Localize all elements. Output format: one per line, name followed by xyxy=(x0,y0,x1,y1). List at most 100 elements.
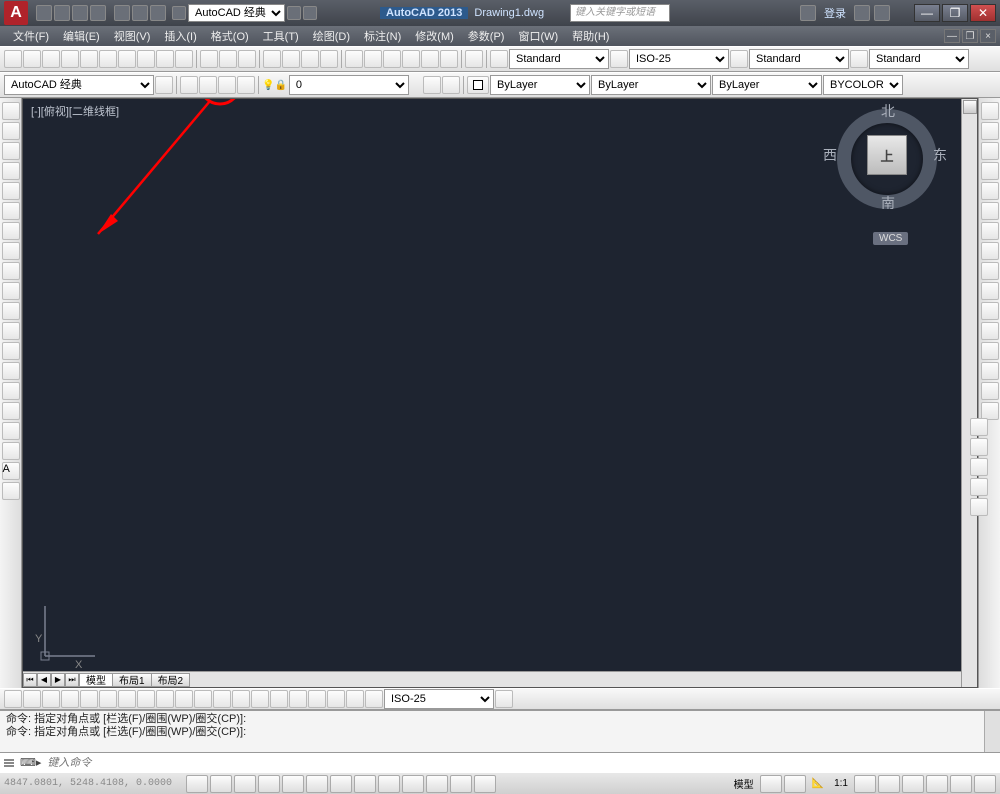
viewport-label[interactable]: [-][俯视][二维线框] xyxy=(31,103,119,119)
send-back-icon[interactable] xyxy=(970,438,988,456)
help-toolbar-icon[interactable] xyxy=(465,50,483,68)
mleaderstyle-select[interactable]: Standard xyxy=(869,49,969,69)
sheetset-icon[interactable] xyxy=(402,50,420,68)
dyn-toggle[interactable] xyxy=(378,775,400,793)
polyline-icon[interactable] xyxy=(2,142,20,160)
cmd-scrollbar[interactable] xyxy=(984,711,1000,752)
tablestyle-select[interactable]: Standard xyxy=(749,49,849,69)
menu-dimension[interactable]: 标注(N) xyxy=(357,28,408,44)
toolpalettes-icon[interactable] xyxy=(383,50,401,68)
snap-toggle[interactable] xyxy=(186,775,208,793)
layer-previous-icon[interactable] xyxy=(423,76,441,94)
tab-first-icon[interactable]: ⏮ xyxy=(23,673,37,687)
zoom-window-icon[interactable] xyxy=(301,50,319,68)
compass-east[interactable]: 东 xyxy=(933,145,947,165)
exchange-icon[interactable] xyxy=(854,5,870,21)
dim-ordinate-icon[interactable] xyxy=(61,690,79,708)
chamfer-icon[interactable] xyxy=(981,362,999,380)
gradient-icon[interactable] xyxy=(2,402,20,420)
ellipse-arc-icon[interactable] xyxy=(2,302,20,320)
annoscale-toggle[interactable] xyxy=(854,775,876,793)
compass-south[interactable]: 南 xyxy=(881,193,895,213)
scroll-up-icon[interactable] xyxy=(963,100,977,114)
textstyle-select[interactable]: Standard xyxy=(509,49,609,69)
table-icon[interactable] xyxy=(2,442,20,460)
array-icon[interactable] xyxy=(981,182,999,200)
redo-icon[interactable] xyxy=(238,50,256,68)
cmd-handle-icon[interactable] xyxy=(4,756,14,770)
hatch-icon[interactable] xyxy=(2,382,20,400)
app-menu-button[interactable]: A xyxy=(4,1,28,25)
properties-icon[interactable] xyxy=(345,50,363,68)
zoom-realtime-icon[interactable] xyxy=(282,50,300,68)
new-icon[interactable] xyxy=(4,50,22,68)
dim-aligned-icon[interactable] xyxy=(23,690,41,708)
polygon-icon[interactable] xyxy=(2,162,20,180)
maximize-button[interactable]: ❐ xyxy=(942,4,968,22)
dim-space-icon[interactable] xyxy=(213,690,231,708)
dim-jogged-icon[interactable] xyxy=(99,690,117,708)
lineweight-select[interactable]: ByLayer xyxy=(712,75,822,95)
tab-prev-icon[interactable]: ◀ xyxy=(37,673,51,687)
sc-toggle[interactable] xyxy=(474,775,496,793)
minimize-button[interactable]: — xyxy=(914,4,940,22)
dim-jogline-icon[interactable] xyxy=(308,690,326,708)
color-control[interactable] xyxy=(467,76,489,94)
dim-break-icon[interactable] xyxy=(232,690,250,708)
menu-parametric[interactable]: 参数(P) xyxy=(461,28,512,44)
tab-layout1[interactable]: 布局1 xyxy=(112,673,152,687)
lwt-toggle[interactable] xyxy=(402,775,424,793)
menu-file[interactable]: 文件(F) xyxy=(6,28,56,44)
doc-minimize-button[interactable]: — xyxy=(944,29,960,43)
osnap-toggle[interactable] xyxy=(282,775,304,793)
dimstyle-select[interactable]: ISO-25 xyxy=(629,49,729,69)
model-space-label[interactable]: 模型 xyxy=(730,776,758,791)
hardware-accel-icon[interactable] xyxy=(926,775,948,793)
tab-last-icon[interactable]: ⏭ xyxy=(65,673,79,687)
drawing-area[interactable]: [-][俯视][二维线框] 上 北 南 东 西 WCS Y X ⏮ ◀ xyxy=(22,98,978,688)
revcloud-icon[interactable] xyxy=(2,242,20,260)
dim-radius-icon[interactable] xyxy=(80,690,98,708)
doc-close-button[interactable]: × xyxy=(980,29,996,43)
menu-window[interactable]: 窗口(W) xyxy=(511,28,565,44)
menu-draw[interactable]: 绘图(D) xyxy=(306,28,357,44)
break-icon[interactable] xyxy=(981,322,999,340)
qat-new-icon[interactable] xyxy=(36,5,52,21)
dimstyle-icon[interactable] xyxy=(610,50,628,68)
zoom-previous-icon[interactable] xyxy=(320,50,338,68)
qat-redo-icon[interactable] xyxy=(150,5,166,21)
dim-diameter-icon[interactable] xyxy=(118,690,136,708)
spline-icon[interactable] xyxy=(2,262,20,280)
workspace-extra2-icon[interactable] xyxy=(303,6,317,20)
rotate-icon[interactable] xyxy=(981,222,999,240)
markup-icon[interactable] xyxy=(421,50,439,68)
layer-states-icon[interactable] xyxy=(199,76,217,94)
isolate-obj-icon[interactable] xyxy=(950,775,972,793)
tab-model[interactable]: 模型 xyxy=(79,673,113,687)
menu-tools[interactable]: 工具(T) xyxy=(256,28,306,44)
ducs-toggle[interactable] xyxy=(354,775,376,793)
workspace-switcher[interactable]: AutoCAD 经典 xyxy=(172,4,317,22)
mleaderstyle-icon[interactable] xyxy=(850,50,868,68)
pan-icon[interactable] xyxy=(263,50,281,68)
circle-icon[interactable] xyxy=(2,222,20,240)
wcs-label[interactable]: WCS xyxy=(873,232,908,245)
erase-icon[interactable] xyxy=(981,102,999,120)
paste-icon[interactable] xyxy=(156,50,174,68)
point-icon[interactable] xyxy=(2,362,20,380)
compass-north[interactable]: 北 xyxy=(881,101,895,121)
publish-icon[interactable] xyxy=(99,50,117,68)
linetype-select[interactable]: ByLayer xyxy=(591,75,711,95)
qat-plot-icon[interactable] xyxy=(114,5,130,21)
hatch-back-icon[interactable] xyxy=(970,498,988,516)
dim-angular-icon[interactable] xyxy=(137,690,155,708)
grid-toggle[interactable] xyxy=(210,775,232,793)
preview-icon[interactable] xyxy=(80,50,98,68)
viewcube-top-face[interactable]: 上 xyxy=(867,135,907,175)
bring-above-icon[interactable] xyxy=(970,458,988,476)
doc-restore-button[interactable]: ❐ xyxy=(962,29,978,43)
polar-toggle[interactable] xyxy=(258,775,280,793)
dim-style-launch-icon[interactable] xyxy=(495,690,513,708)
dim-style-combo[interactable]: ISO-25 xyxy=(384,689,494,709)
dim-center-icon[interactable] xyxy=(270,690,288,708)
